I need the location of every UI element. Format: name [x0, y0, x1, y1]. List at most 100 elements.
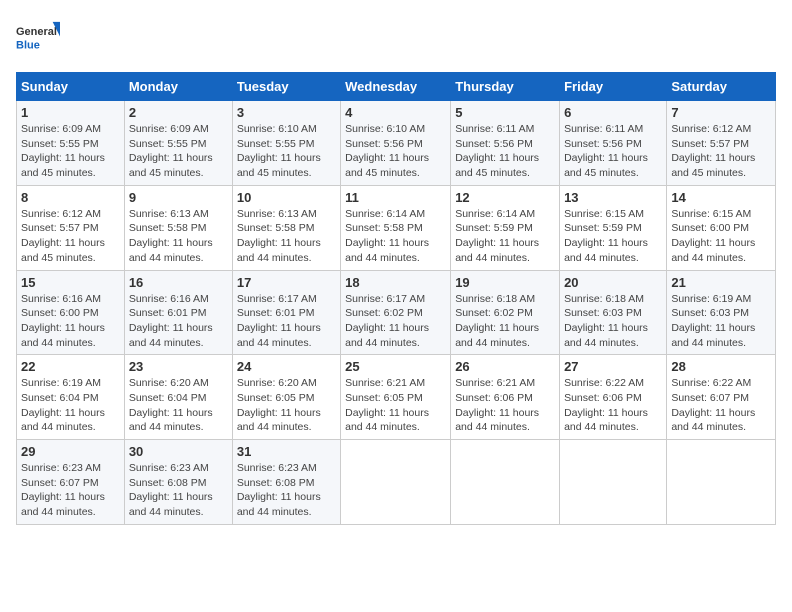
- day-info: Sunrise: 6:16 AMSunset: 6:00 PMDaylight:…: [21, 292, 120, 351]
- day-number: 26: [455, 359, 555, 374]
- day-info: Sunrise: 6:18 AMSunset: 6:02 PMDaylight:…: [455, 292, 555, 351]
- calendar-cell: 14Sunrise: 6:15 AMSunset: 6:00 PMDayligh…: [667, 185, 776, 270]
- weekday-header-cell: Tuesday: [232, 73, 340, 101]
- calendar-week-row: 29 Sunrise: 6:23 AMSunset: 6:07 PMDayligh…: [17, 440, 776, 525]
- day-info: Sunrise: 6:10 AMSunset: 5:55 PMDaylight:…: [237, 122, 336, 181]
- calendar-cell: 10 Sunrise: 6:13 AMSunset: 5:58 PMDayligh…: [232, 185, 340, 270]
- day-number: 7: [671, 105, 771, 120]
- calendar-cell: 25 Sunrise: 6:21 AMSunset: 6:05 PMDayligh…: [341, 355, 451, 440]
- logo-icon: General Blue: [16, 16, 60, 60]
- day-info: Sunrise: 6:20 AMSunset: 6:04 PMDaylight:…: [129, 376, 228, 435]
- day-info: Sunrise: 6:22 AMSunset: 6:06 PMDaylight:…: [564, 376, 662, 435]
- calendar-cell: [560, 440, 667, 525]
- day-number: 19: [455, 275, 555, 290]
- day-number: 24: [237, 359, 336, 374]
- day-info: Sunrise: 6:22 AMSunset: 6:07 PMDaylight:…: [671, 376, 771, 435]
- calendar-cell: [451, 440, 560, 525]
- day-number: 15: [21, 275, 120, 290]
- day-number: 9: [129, 190, 228, 205]
- calendar-cell: 11 Sunrise: 6:14 AMSunset: 5:58 PMDayligh…: [341, 185, 451, 270]
- calendar-cell: 31 Sunrise: 6:23 AMSunset: 6:08 PMDayligh…: [232, 440, 340, 525]
- calendar-cell: 23 Sunrise: 6:20 AMSunset: 6:04 PMDayligh…: [124, 355, 232, 440]
- day-info: Sunrise: 6:23 AMSunset: 6:08 PMDaylight:…: [129, 461, 228, 520]
- calendar-cell: 5 Sunrise: 6:11 AMSunset: 5:56 PMDaylight…: [451, 101, 560, 186]
- day-number: 29: [21, 444, 120, 459]
- day-info: Sunrise: 6:12 AMSunset: 5:57 PMDaylight:…: [21, 207, 120, 266]
- day-info: Sunrise: 6:14 AMSunset: 5:58 PMDaylight:…: [345, 207, 446, 266]
- calendar-cell: 8 Sunrise: 6:12 AMSunset: 5:57 PMDaylight…: [17, 185, 125, 270]
- day-info: Sunrise: 6:20 AMSunset: 6:05 PMDaylight:…: [237, 376, 336, 435]
- logo: General Blue: [16, 16, 60, 60]
- calendar-cell: 12 Sunrise: 6:14 AMSunset: 5:59 PMDayligh…: [451, 185, 560, 270]
- calendar-cell: 9 Sunrise: 6:13 AMSunset: 5:58 PMDaylight…: [124, 185, 232, 270]
- calendar-cell: 27 Sunrise: 6:22 AMSunset: 6:06 PMDayligh…: [560, 355, 667, 440]
- weekday-header-cell: Thursday: [451, 73, 560, 101]
- calendar-cell: 29 Sunrise: 6:23 AMSunset: 6:07 PMDayligh…: [17, 440, 125, 525]
- calendar-cell: [341, 440, 451, 525]
- calendar-cell: 26Sunrise: 6:21 AMSunset: 6:06 PMDayligh…: [451, 355, 560, 440]
- day-info: Sunrise: 6:09 AMSunset: 5:55 PMDaylight:…: [129, 122, 228, 181]
- day-number: 28: [671, 359, 771, 374]
- day-info: Sunrise: 6:14 AMSunset: 5:59 PMDaylight:…: [455, 207, 555, 266]
- day-number: 23: [129, 359, 228, 374]
- day-number: 4: [345, 105, 446, 120]
- calendar-week-row: 22Sunrise: 6:19 AMSunset: 6:04 PMDayligh…: [17, 355, 776, 440]
- day-number: 12: [455, 190, 555, 205]
- day-info: Sunrise: 6:11 AMSunset: 5:56 PMDaylight:…: [455, 122, 555, 181]
- day-info: Sunrise: 6:11 AMSunset: 5:56 PMDaylight:…: [564, 122, 662, 181]
- weekday-header-cell: Monday: [124, 73, 232, 101]
- day-number: 8: [21, 190, 120, 205]
- calendar-cell: 16 Sunrise: 6:16 AMSunset: 6:01 PMDayligh…: [124, 270, 232, 355]
- day-number: 10: [237, 190, 336, 205]
- calendar-cell: 20Sunrise: 6:18 AMSunset: 6:03 PMDayligh…: [560, 270, 667, 355]
- calendar-week-row: 8 Sunrise: 6:12 AMSunset: 5:57 PMDaylight…: [17, 185, 776, 270]
- calendar-cell: [667, 440, 776, 525]
- day-info: Sunrise: 6:12 AMSunset: 5:57 PMDaylight:…: [671, 122, 771, 181]
- calendar-table: SundayMondayTuesdayWednesdayThursdayFrid…: [16, 72, 776, 525]
- calendar-cell: 13Sunrise: 6:15 AMSunset: 5:59 PMDayligh…: [560, 185, 667, 270]
- calendar-week-row: 15 Sunrise: 6:16 AMSunset: 6:00 PMDayligh…: [17, 270, 776, 355]
- page-header: General Blue: [16, 16, 776, 60]
- day-number: 20: [564, 275, 662, 290]
- calendar-cell: 22Sunrise: 6:19 AMSunset: 6:04 PMDayligh…: [17, 355, 125, 440]
- svg-text:General: General: [16, 26, 57, 38]
- day-number: 11: [345, 190, 446, 205]
- day-info: Sunrise: 6:13 AMSunset: 5:58 PMDaylight:…: [237, 207, 336, 266]
- day-number: 13: [564, 190, 662, 205]
- calendar-cell: 18 Sunrise: 6:17 AMSunset: 6:02 PMDayligh…: [341, 270, 451, 355]
- day-number: 5: [455, 105, 555, 120]
- day-info: Sunrise: 6:23 AMSunset: 6:07 PMDaylight:…: [21, 461, 120, 520]
- weekday-header-cell: Wednesday: [341, 73, 451, 101]
- day-info: Sunrise: 6:23 AMSunset: 6:08 PMDaylight:…: [237, 461, 336, 520]
- day-info: Sunrise: 6:16 AMSunset: 6:01 PMDaylight:…: [129, 292, 228, 351]
- calendar-cell: 7 Sunrise: 6:12 AMSunset: 5:57 PMDaylight…: [667, 101, 776, 186]
- weekday-header-cell: Friday: [560, 73, 667, 101]
- calendar-cell: 3 Sunrise: 6:10 AMSunset: 5:55 PMDaylight…: [232, 101, 340, 186]
- day-info: Sunrise: 6:21 AMSunset: 6:05 PMDaylight:…: [345, 376, 446, 435]
- calendar-cell: 15 Sunrise: 6:16 AMSunset: 6:00 PMDayligh…: [17, 270, 125, 355]
- day-info: Sunrise: 6:19 AMSunset: 6:04 PMDaylight:…: [21, 376, 120, 435]
- day-info: Sunrise: 6:10 AMSunset: 5:56 PMDaylight:…: [345, 122, 446, 181]
- day-info: Sunrise: 6:13 AMSunset: 5:58 PMDaylight:…: [129, 207, 228, 266]
- day-number: 30: [129, 444, 228, 459]
- weekday-header-cell: Sunday: [17, 73, 125, 101]
- day-number: 18: [345, 275, 446, 290]
- day-number: 27: [564, 359, 662, 374]
- calendar-cell: 24 Sunrise: 6:20 AMSunset: 6:05 PMDayligh…: [232, 355, 340, 440]
- calendar-body: 1 Sunrise: 6:09 AMSunset: 5:55 PMDaylight…: [17, 101, 776, 525]
- calendar-cell: 28 Sunrise: 6:22 AMSunset: 6:07 PMDayligh…: [667, 355, 776, 440]
- day-info: Sunrise: 6:09 AMSunset: 5:55 PMDaylight:…: [21, 122, 120, 181]
- day-number: 6: [564, 105, 662, 120]
- day-info: Sunrise: 6:17 AMSunset: 6:02 PMDaylight:…: [345, 292, 446, 351]
- day-number: 1: [21, 105, 120, 120]
- calendar-cell: 21Sunrise: 6:19 AMSunset: 6:03 PMDayligh…: [667, 270, 776, 355]
- calendar-cell: 19 Sunrise: 6:18 AMSunset: 6:02 PMDayligh…: [451, 270, 560, 355]
- day-number: 31: [237, 444, 336, 459]
- calendar-cell: 30 Sunrise: 6:23 AMSunset: 6:08 PMDayligh…: [124, 440, 232, 525]
- day-number: 16: [129, 275, 228, 290]
- day-number: 14: [671, 190, 771, 205]
- day-number: 3: [237, 105, 336, 120]
- day-number: 25: [345, 359, 446, 374]
- day-number: 21: [671, 275, 771, 290]
- calendar-cell: 17Sunrise: 6:17 AMSunset: 6:01 PMDayligh…: [232, 270, 340, 355]
